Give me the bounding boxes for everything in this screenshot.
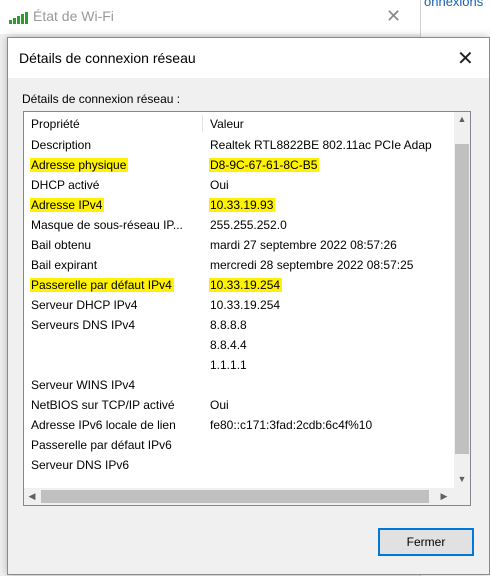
property-cell: DHCP activé	[31, 178, 100, 192]
property-cell: Serveur DNS IPv6	[31, 458, 130, 472]
table-row[interactable]: Passerelle par défaut IPv4 10.33.19.254	[24, 275, 454, 295]
table-row[interactable]: Adresse physique D8-9C-67-61-8C-B5	[24, 155, 454, 175]
value-cell: 10.33.19.93	[209, 198, 276, 212]
wifi-signal-icon	[9, 11, 29, 24]
value-cell: 255.255.252.0	[210, 218, 287, 232]
table-row[interactable]: DHCP activé Oui	[24, 175, 454, 195]
network-connections-link[interactable]: onnexions	[424, 0, 483, 9]
table-row[interactable]: 1.1.1.1	[24, 355, 454, 375]
property-cell: Passerelle par défaut IPv4	[30, 278, 174, 292]
value-cell: 8.8.8.8	[210, 318, 247, 332]
property-cell: Adresse physique	[30, 158, 129, 172]
value-cell: fe80::c171:3fad:2cdb:6c4f%10	[210, 418, 373, 432]
scroll-right-arrow-icon[interactable]: ▶	[436, 491, 452, 502]
scroll-down-arrow-icon[interactable]: ▼	[454, 474, 470, 484]
close-icon[interactable]: ✕	[386, 6, 401, 27]
list-header: Propriété Valeur	[24, 112, 454, 134]
scroll-left-arrow-icon[interactable]: ◀	[24, 491, 40, 502]
value-cell: 10.33.19.254	[210, 298, 281, 312]
table-row[interactable]: Adresse IPv6 locale de lien fe80::c171:3f…	[24, 415, 454, 435]
table-row[interactable]: Serveur DHCP IPv4 10.33.19.254	[24, 295, 454, 315]
details-list-view[interactable]: Propriété Valeur Description Realtek RTL8…	[23, 111, 471, 506]
dialog-title: Détails de connexion réseau	[19, 50, 196, 66]
property-cell: Description	[31, 138, 92, 152]
table-row[interactable]: Serveur WINS IPv4	[24, 375, 454, 395]
scrollbar-corner	[454, 488, 470, 505]
table-row[interactable]: Bail obtenu mardi 27 septembre 2022 08:57…	[24, 235, 454, 255]
table-row[interactable]: 8.8.4.4	[24, 335, 454, 355]
property-cell: NetBIOS sur TCP/IP activé	[31, 398, 175, 412]
column-header-value[interactable]: Valeur	[210, 117, 244, 131]
dialog-titlebar: Détails de connexion réseau ✕	[8, 38, 489, 78]
property-cell: Serveur DHCP IPv4	[31, 298, 138, 312]
value-cell: 10.33.19.254	[209, 278, 283, 292]
value-cell: Oui	[210, 178, 229, 192]
table-row[interactable]: Description Realtek RTL8822BE 802.11ac PC…	[24, 135, 454, 155]
property-cell: Bail obtenu	[31, 238, 92, 252]
value-cell: Oui	[210, 398, 229, 412]
table-row[interactable]: Serveurs DNS IPv4 8.8.8.8	[24, 315, 454, 335]
property-cell: Serveurs DNS IPv4	[31, 318, 136, 332]
value-cell: Realtek RTL8822BE 802.11ac PCIe Adap	[210, 138, 432, 152]
property-cell: Serveur WINS IPv4	[31, 378, 136, 392]
close-icon[interactable]: ✕	[457, 46, 474, 71]
list-rows: Description Realtek RTL8822BE 802.11ac PC…	[24, 135, 454, 475]
vertical-scrollbar[interactable]: ▲ ▼	[454, 112, 470, 488]
property-cell: Passerelle par défaut IPv6	[31, 438, 172, 452]
value-cell: 1.1.1.1	[210, 358, 247, 372]
property-cell: Bail expirant	[31, 258, 98, 272]
value-cell: mercredi 28 septembre 2022 08:57:25	[210, 258, 414, 272]
column-separator[interactable]	[202, 115, 203, 132]
horizontal-scrollbar[interactable]: ◀ ▶	[24, 488, 454, 505]
table-row[interactable]: Passerelle par défaut IPv6	[24, 435, 454, 455]
details-group-label: Détails de connexion réseau :	[22, 92, 181, 106]
value-cell: 8.8.4.4	[210, 338, 247, 352]
column-header-property[interactable]: Propriété	[31, 117, 80, 131]
value-cell: D8-9C-67-61-8C-B5	[209, 158, 320, 172]
table-row[interactable]: Adresse IPv4 10.33.19.93	[24, 195, 454, 215]
vertical-scroll-thumb[interactable]	[455, 144, 469, 454]
property-cell: Masque de sous-réseau IP...	[31, 218, 183, 232]
network-details-dialog: Détails de connexion réseau ✕ Détails de…	[7, 37, 490, 575]
table-row[interactable]: Serveur DNS IPv6	[24, 455, 454, 475]
table-row[interactable]: Bail expirant mercredi 28 septembre 2022 …	[24, 255, 454, 275]
wifi-status-titlebar: État de Wi-Fi ✕	[0, 0, 420, 34]
scroll-up-arrow-icon[interactable]: ▲	[454, 114, 470, 124]
table-row[interactable]: Masque de sous-réseau IP... 255.255.252.0	[24, 215, 454, 235]
property-cell: Adresse IPv4	[30, 198, 105, 212]
property-cell: Adresse IPv6 locale de lien	[31, 418, 176, 432]
value-cell: mardi 27 septembre 2022 08:57:26	[210, 238, 397, 252]
wifi-status-title: État de Wi-Fi	[33, 8, 114, 24]
table-row[interactable]: NetBIOS sur TCP/IP activé Oui	[24, 395, 454, 415]
horizontal-scroll-thumb[interactable]	[41, 490, 429, 503]
close-button[interactable]: Fermer	[378, 528, 474, 556]
